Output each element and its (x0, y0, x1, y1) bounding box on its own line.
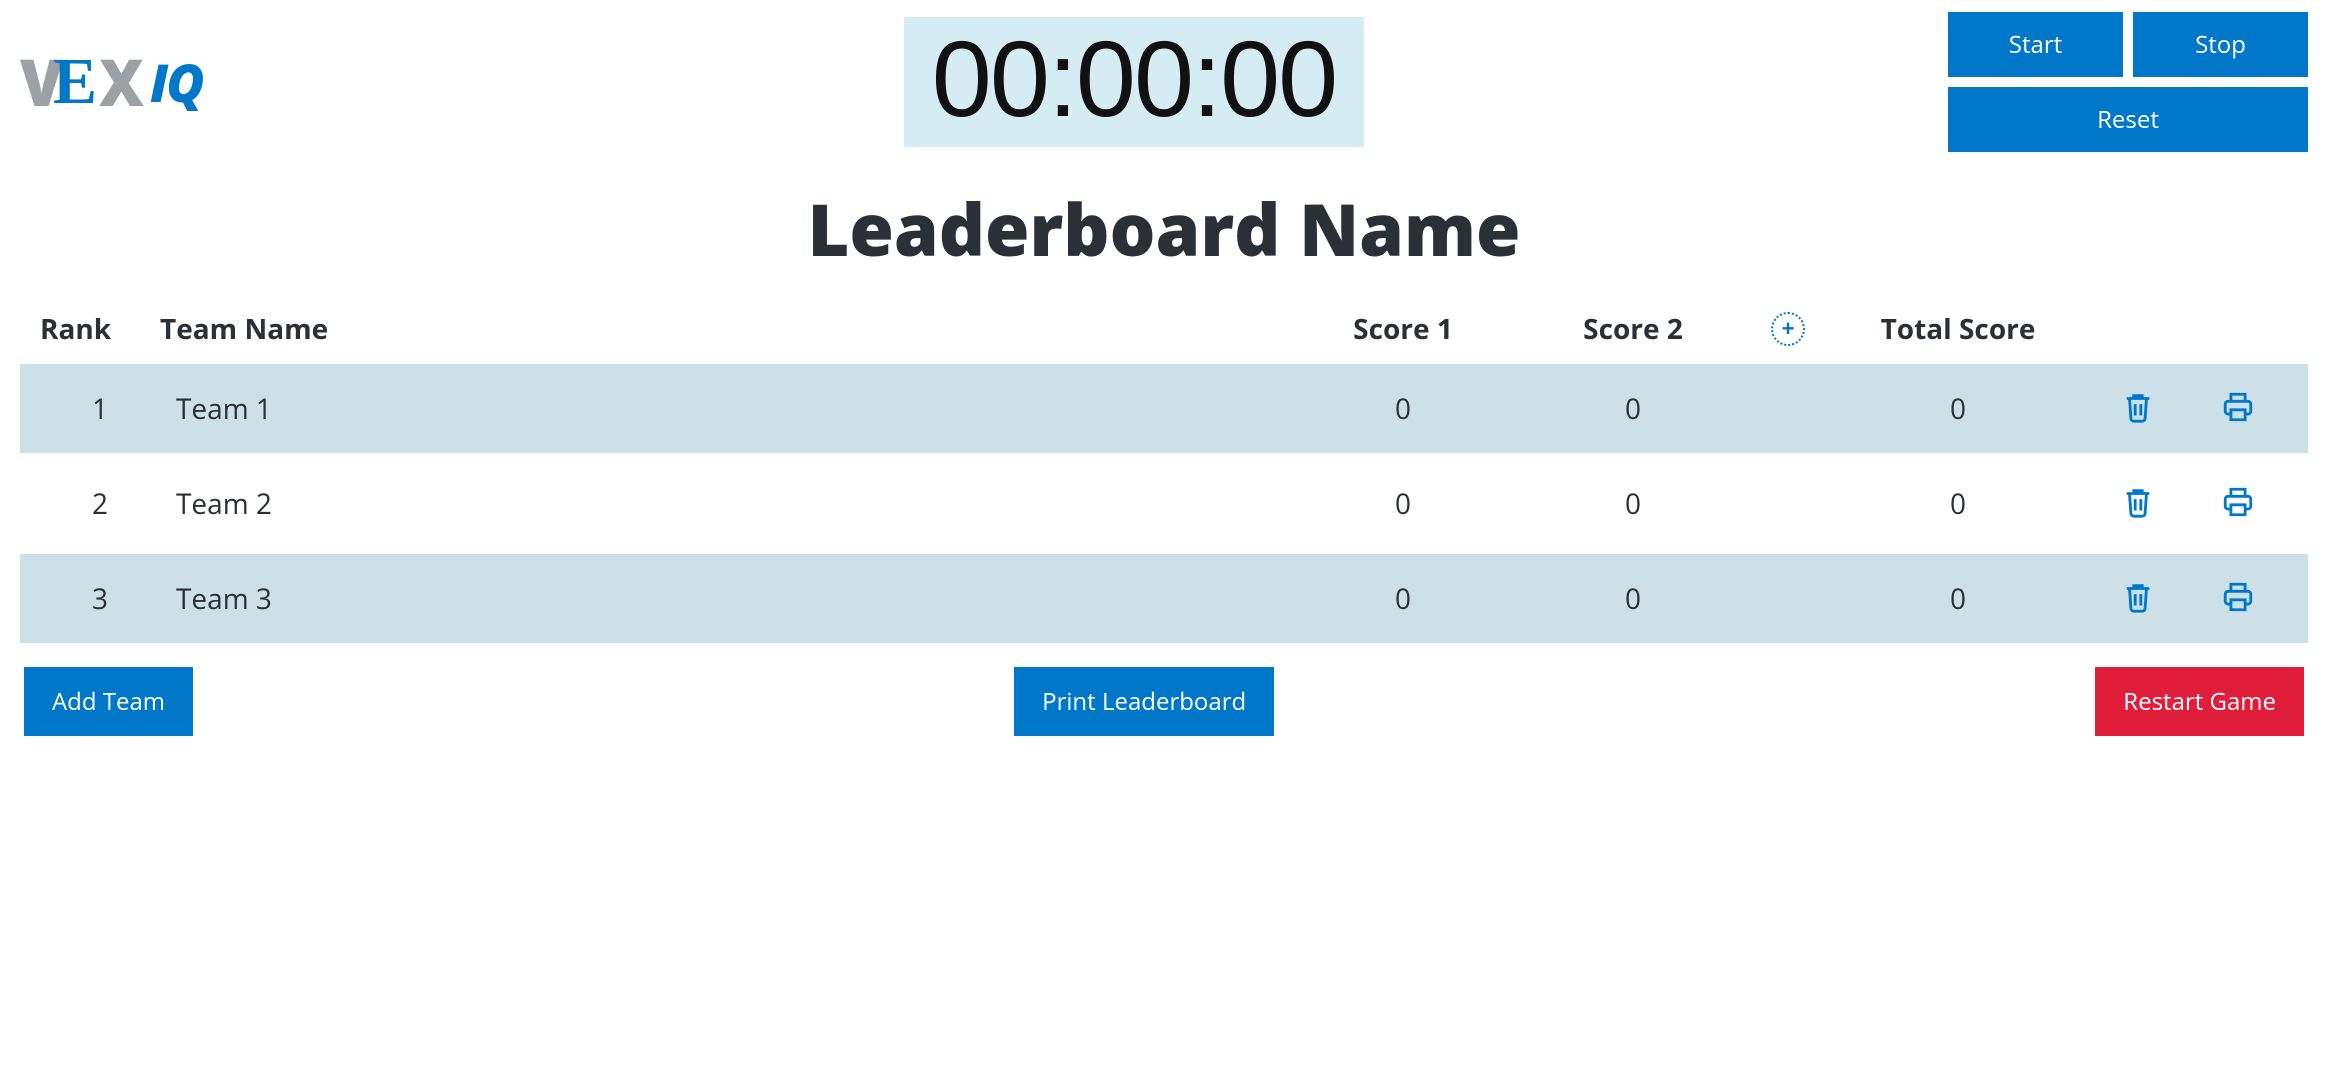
cell-score-1[interactable]: 0 (1288, 580, 1518, 618)
cell-total-score: 0 (1828, 580, 2088, 618)
leaderboard-title[interactable]: Leaderboard Name (20, 180, 2308, 278)
cell-score-1[interactable]: 0 (1288, 485, 1518, 523)
cell-score-2[interactable]: 0 (1518, 390, 1748, 428)
cell-rank: 3 (40, 580, 160, 618)
logo-iq-glyph: IQ (142, 47, 203, 118)
leaderboard-table: Rank Team Name Score 1 Score 2 + Total S… (20, 302, 2308, 643)
delete-team-button[interactable] (2117, 576, 2159, 621)
printer-icon (2221, 485, 2255, 519)
start-button[interactable]: Start (1948, 12, 2123, 77)
trash-icon (2121, 485, 2155, 519)
cell-total-score: 0 (1828, 390, 2088, 428)
cell-score-1[interactable]: 0 (1288, 390, 1518, 428)
cell-rank: 2 (40, 485, 160, 523)
restart-game-button[interactable]: Restart Game (2095, 667, 2304, 736)
stop-button[interactable]: Stop (2133, 12, 2308, 77)
table-header-row: Rank Team Name Score 1 Score 2 + Total S… (20, 302, 2308, 364)
vex-iq-logo: VƎX IQ (20, 40, 320, 124)
table-row: 1 Team 1 0 0 0 (20, 364, 2308, 453)
cell-team-name[interactable]: Team 1 (160, 390, 1288, 428)
header-score-1: Score 1 (1288, 310, 1518, 348)
trash-icon (2121, 390, 2155, 424)
table-row: 3 Team 3 0 0 0 (20, 554, 2308, 643)
header-bar: VƎX IQ 00:00:00 Start Stop Reset (20, 12, 2308, 152)
delete-team-button[interactable] (2117, 386, 2159, 431)
trash-icon (2121, 580, 2155, 614)
table-row: 2 Team 2 0 0 0 (20, 459, 2308, 548)
timer-display: 00:00:00 (904, 17, 1364, 147)
cell-score-2[interactable]: 0 (1518, 580, 1748, 618)
printer-icon (2221, 390, 2255, 424)
add-score-column-button[interactable]: + (1771, 312, 1805, 346)
header-score-2: Score 2 (1518, 310, 1748, 348)
printer-icon (2221, 580, 2255, 614)
header-team-name: Team Name (160, 310, 1288, 348)
cell-rank: 1 (40, 390, 160, 428)
footer-actions: Add Team Print Leaderboard Restart Game (20, 667, 2308, 736)
print-team-button[interactable] (2217, 386, 2259, 431)
logo-e-glyph: Ǝ (57, 44, 99, 120)
print-team-button[interactable] (2217, 576, 2259, 621)
cell-team-name[interactable]: Team 2 (160, 485, 1288, 523)
timer-controls: Start Stop Reset (1948, 12, 2308, 152)
logo-v-glyph: V (20, 38, 57, 126)
header-total-score: Total Score (1828, 310, 2088, 348)
header-rank: Rank (40, 310, 160, 348)
cell-total-score: 0 (1828, 485, 2088, 523)
plus-icon: + (1782, 318, 1795, 340)
cell-team-name[interactable]: Team 3 (160, 580, 1288, 618)
print-team-button[interactable] (2217, 481, 2259, 526)
reset-button[interactable]: Reset (1948, 87, 2308, 152)
print-leaderboard-button[interactable]: Print Leaderboard (1014, 667, 1274, 736)
delete-team-button[interactable] (2117, 481, 2159, 526)
cell-score-2[interactable]: 0 (1518, 485, 1748, 523)
add-team-button[interactable]: Add Team (24, 667, 193, 736)
logo-x-glyph: X (99, 38, 138, 126)
